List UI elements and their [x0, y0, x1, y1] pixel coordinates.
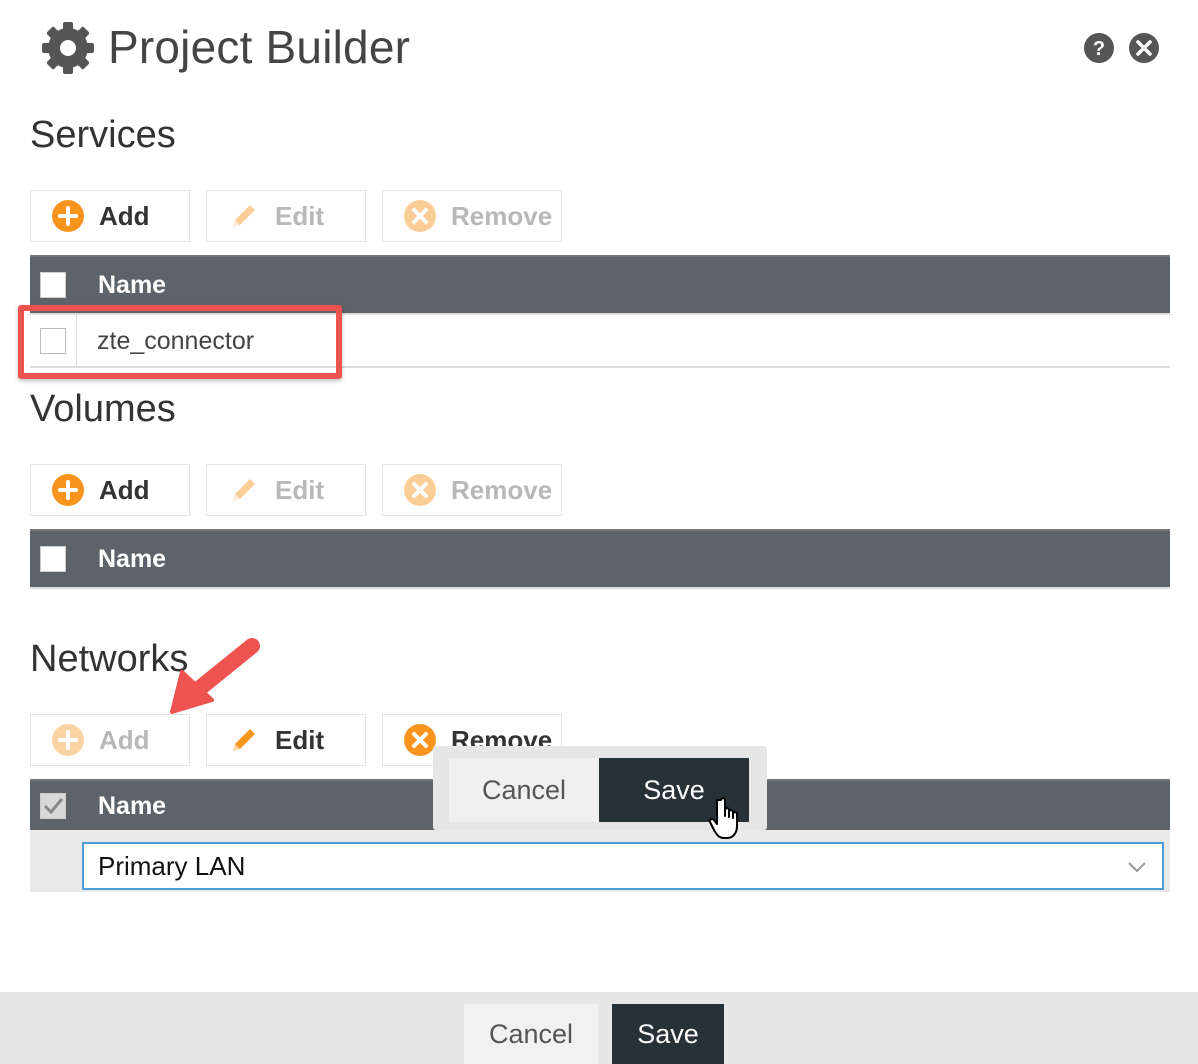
cancel-button[interactable]: Cancel — [464, 1004, 598, 1064]
help-icon[interactable]: ? — [1083, 32, 1115, 64]
save-button[interactable]: Save — [612, 1004, 724, 1064]
edit-label: Edit — [275, 200, 325, 231]
checkmark-icon — [43, 798, 64, 815]
dialog-header: Project Builder ? — [0, 0, 1198, 100]
column-header-name: Name — [98, 544, 167, 573]
remove-label: Remove — [451, 474, 553, 505]
select-all-checkbox[interactable] — [40, 272, 66, 298]
gear-icon — [42, 22, 94, 74]
volumes-add-button[interactable]: Add — [30, 464, 190, 516]
remove-circle-icon — [404, 474, 436, 506]
arrow-annotation — [170, 638, 260, 714]
hand-cursor-icon — [708, 797, 738, 839]
networks-add-button[interactable]: Add — [30, 714, 190, 766]
add-label: Add — [99, 474, 150, 505]
highlight-annotation — [18, 305, 342, 379]
close-icon[interactable] — [1128, 32, 1160, 64]
row-cancel-button[interactable]: Cancel — [449, 758, 599, 822]
network-select-value: Primary LAN — [98, 850, 246, 881]
add-label: Add — [99, 724, 150, 755]
services-edit-button[interactable]: Edit — [206, 190, 366, 242]
volumes-remove-button[interactable]: Remove — [382, 464, 562, 516]
chevron-down-icon — [1128, 862, 1146, 873]
volumes-edit-button[interactable]: Edit — [206, 464, 366, 516]
networks-edit-button[interactable]: Edit — [206, 714, 366, 766]
pencil-icon — [233, 205, 255, 227]
pencil-icon — [233, 729, 255, 751]
column-header-name: Name — [98, 791, 167, 820]
add-label: Add — [99, 200, 150, 231]
services-remove-button[interactable]: Remove — [382, 190, 562, 242]
network-select[interactable]: Primary LAN — [82, 842, 1164, 890]
select-all-checkbox[interactable] — [40, 546, 66, 572]
column-header-name: Name — [98, 270, 167, 299]
remove-circle-icon — [404, 200, 436, 232]
volumes-grid-header: Name — [30, 529, 1170, 589]
svg-text:?: ? — [1093, 38, 1105, 60]
edit-label: Edit — [275, 474, 325, 505]
services-title: Services — [30, 114, 176, 156]
services-add-button[interactable]: Add — [30, 190, 190, 242]
dialog-footer: Cancel Save — [0, 992, 1198, 1064]
remove-label: Remove — [451, 200, 553, 231]
plus-circle-icon — [52, 200, 84, 232]
remove-circle-icon — [404, 724, 436, 756]
select-all-checkbox[interactable] — [40, 793, 66, 819]
plus-circle-icon — [52, 474, 84, 506]
pencil-icon — [233, 479, 255, 501]
volumes-title: Volumes — [30, 388, 176, 430]
dialog-title: Project Builder — [108, 21, 411, 73]
plus-circle-icon — [52, 724, 84, 756]
edit-label: Edit — [275, 724, 325, 755]
